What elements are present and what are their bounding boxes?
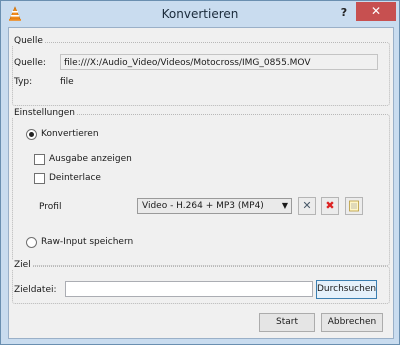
convert-radio[interactable] [26, 129, 37, 140]
chevron-down-icon: ▼ [281, 201, 288, 210]
source-label: Quelle: [14, 58, 46, 68]
source-path-field[interactable]: file:///X:/Audio_Video/Videos/Motocross/… [60, 54, 378, 70]
convert-radio-label[interactable]: Konvertieren [41, 129, 99, 139]
deinterlace-checkbox[interactable] [34, 173, 45, 184]
help-button[interactable]: ? [334, 4, 354, 22]
destination-label: Zieldatei: [14, 285, 57, 295]
show-output-label[interactable]: Ausgabe anzeigen [49, 154, 132, 164]
new-profile-icon [349, 200, 359, 212]
browse-button[interactable]: Durchsuchen [316, 280, 377, 299]
new-profile-button[interactable] [345, 197, 363, 215]
profile-label: Profil [39, 202, 62, 212]
red-x-icon: ✖ [325, 199, 335, 212]
source-group [12, 42, 390, 106]
type-value: file [60, 77, 74, 87]
close-button[interactable]: ✕ [356, 2, 396, 21]
type-label: Typ: [14, 77, 33, 87]
settings-group-title: Einstellungen [12, 108, 78, 118]
raw-input-radio-label[interactable]: Raw-Input speichern [41, 237, 133, 247]
title-bar[interactable]: Konvertieren ? ✕ [1, 1, 399, 27]
raw-input-radio[interactable] [26, 237, 37, 248]
show-output-checkbox[interactable] [34, 154, 45, 165]
destination-input[interactable] [65, 281, 313, 297]
delete-profile-button[interactable]: ✖ [321, 197, 339, 215]
dialog-body: Quelle Quelle: file:///X:/Audio_Video/Vi… [8, 27, 394, 339]
start-button[interactable]: Start [259, 313, 315, 332]
source-group-title: Quelle [12, 36, 45, 46]
convert-dialog: Konvertieren ? ✕ Quelle Quelle: file:///… [0, 0, 400, 345]
profile-select-value: Video - H.264 + MP3 (MP4) [142, 201, 264, 211]
target-group-title: Ziel [12, 260, 33, 270]
wrench-screwdriver-icon: ✕ [302, 199, 312, 212]
cancel-button[interactable]: Abbrechen [321, 313, 383, 332]
edit-profile-button[interactable]: ✕ [298, 197, 316, 215]
profile-select[interactable]: Video - H.264 + MP3 (MP4) ▼ [137, 198, 292, 214]
deinterlace-label[interactable]: Deinterlace [49, 173, 101, 183]
